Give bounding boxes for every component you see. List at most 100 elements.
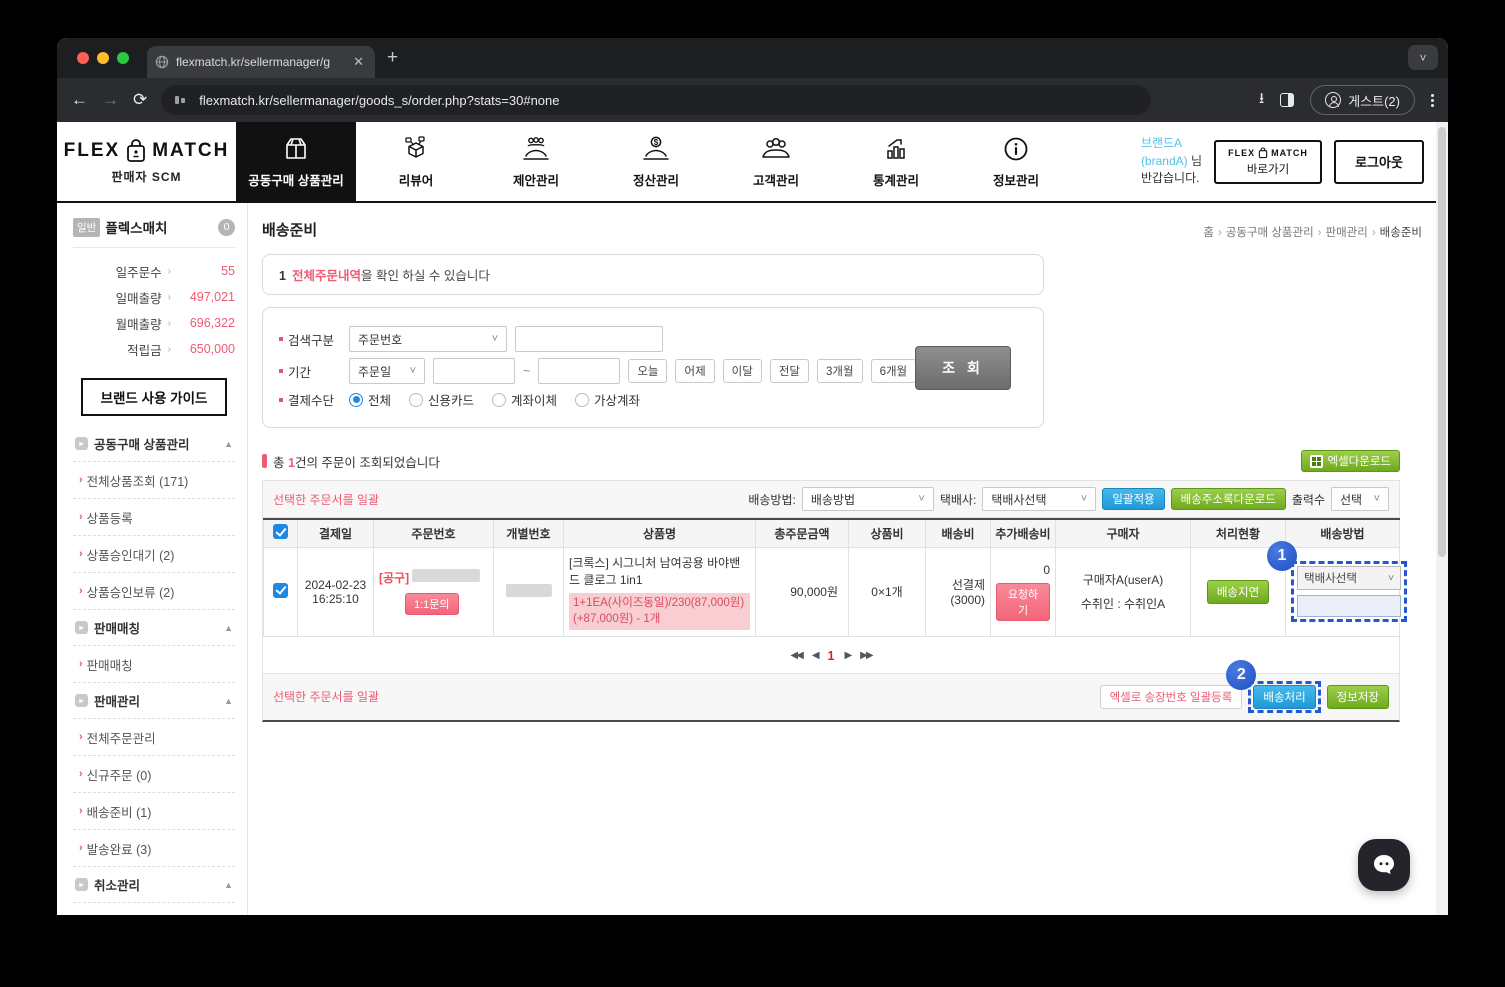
address-download-button[interactable]: 배송주소록다운로드 — [1170, 488, 1286, 510]
current-page[interactable]: 1 — [828, 649, 835, 663]
print-count-select[interactable]: 선택 — [1331, 487, 1389, 511]
reload-button[interactable]: ⟳ — [133, 90, 147, 110]
tab-close-icon[interactable]: ✕ — [350, 54, 367, 70]
row-courier-select[interactable]: 택배사선택 — [1297, 566, 1401, 591]
side-panel-icon[interactable] — [1280, 93, 1295, 107]
menu-item-ship-complete[interactable]: 발송완료 (3) — [73, 829, 235, 866]
extra-fee-request-button[interactable]: 요청하기 — [996, 582, 1050, 621]
nav-item-proposal[interactable]: 제안관리 — [476, 122, 596, 201]
search-submit-button[interactable]: 조 회 — [915, 345, 1011, 390]
stat-monthly-sales[interactable]: 월매출량 › 696,322 — [73, 310, 235, 336]
radio-bank-transfer[interactable]: 계좌이체 — [492, 390, 557, 409]
chat-launcher-button[interactable] — [1358, 839, 1410, 891]
item-no-cell — [493, 546, 564, 637]
quick-today-button[interactable]: 오늘 — [628, 359, 668, 383]
brand-guide-button[interactable]: 브랜드 사용 가이드 — [81, 378, 227, 416]
menu-item-all-products[interactable]: 전체상품조회 (171) — [73, 461, 235, 498]
maximize-window-button[interactable] — [117, 52, 129, 64]
tab-search-chevron-icon[interactable]: ˅ — [1408, 45, 1438, 70]
status-badge[interactable]: 배송지연 — [1206, 579, 1270, 604]
logout-button[interactable]: 로그아웃 — [1334, 139, 1424, 184]
menu-section-group-purchase[interactable]: ▸ 공동구매 상품관리 ▲ — [73, 426, 235, 461]
menu-section-cancel-management[interactable]: ▸ 취소관리 ▲ — [73, 866, 235, 902]
menu-item-approval-hold[interactable]: 상품승인보류 (2) — [73, 572, 235, 609]
menu-item-all-orders[interactable]: 전체주문관리 — [73, 718, 235, 755]
ship-process-button[interactable]: 배송처리 — [1253, 684, 1316, 709]
period-start-input[interactable] — [433, 358, 515, 384]
save-info-button[interactable]: 정보저장 — [1326, 684, 1389, 709]
menu-item-all-cancels[interactable]: 전체취소조회 — [73, 902, 235, 915]
inquiry-button[interactable]: 1:1문의 — [405, 592, 459, 615]
nav-item-customer[interactable]: 고객관리 — [716, 122, 836, 201]
menu-section-sales-matching[interactable]: ▸ 판매매칭 ▲ — [73, 609, 235, 645]
buyer-name[interactable]: 구매자A(userA) — [1061, 568, 1185, 592]
quick-this-month-button[interactable]: 이달 — [722, 359, 762, 383]
next-page-icon[interactable]: ▶ — [844, 650, 852, 661]
browser-menu-icon[interactable] — [1431, 93, 1434, 107]
quick-6months-button[interactable]: 6개월 — [870, 359, 917, 383]
menu-item-approval-waiting[interactable]: 상품승인대기 (2) — [73, 535, 235, 572]
ship-method-select[interactable]: 배송방법 — [801, 487, 934, 511]
flexmatch-logo[interactable]: FLEX MATCH 판매자 SCM — [57, 122, 236, 201]
first-page-icon[interactable]: ◀◀ — [790, 650, 803, 661]
browser-tab[interactable]: flexmatch.kr/sellermanager/g ✕ — [147, 46, 375, 78]
nav-item-information[interactable]: 정보관리 — [956, 122, 1076, 201]
stat-daily-orders[interactable]: 일주문수 › 55 — [73, 258, 235, 284]
minimize-window-button[interactable] — [97, 52, 109, 64]
flexmatch-shortcut-button[interactable]: FLEX MATCH 바로가기 — [1214, 139, 1322, 184]
downloads-icon[interactable]: ⭳ — [1259, 88, 1264, 113]
excel-invoice-upload-button[interactable]: 엑셀로 송장번호 일괄등록 — [1099, 684, 1243, 709]
quick-3months-button[interactable]: 3개월 — [817, 359, 863, 383]
courier-bulk-select[interactable]: 택배사선택 — [982, 487, 1097, 511]
nav-item-settlement[interactable]: $ 정산관리 — [596, 122, 716, 201]
select-all-checkbox[interactable] — [273, 524, 288, 540]
radio-all[interactable]: 전체 — [349, 390, 391, 409]
excel-download-button[interactable]: 엑셀다운로드 — [1300, 450, 1400, 472]
scrollbar-thumb[interactable] — [1438, 127, 1446, 557]
stat-daily-sales[interactable]: 일매출량 › 497,021 — [73, 284, 235, 310]
menu-item-sales-matching[interactable]: 판매매칭 — [73, 645, 235, 682]
period-type-select[interactable]: 주문일 — [349, 358, 425, 384]
search-type-select[interactable]: 주문번호 — [349, 326, 507, 352]
menu-section-sales-management[interactable]: ▸ 판매관리 ▲ — [73, 682, 235, 718]
product-name[interactable]: [크록스] 시그니처 남여공용 바야밴드 클로그 1in1 — [569, 554, 750, 588]
nav-item-reviewer[interactable]: 리뷰어 — [356, 122, 476, 201]
address-bar[interactable]: flexmatch.kr/sellermanager/goods_s/order… — [161, 85, 1152, 115]
period-end-input[interactable] — [538, 358, 621, 384]
annotated-ship-process-area: 2 배송처리 — [1226, 659, 1321, 713]
menu-item-shipping-prep[interactable]: 배송준비 (1) — [73, 792, 235, 829]
proposal-people-hand-icon — [523, 137, 549, 160]
close-window-button[interactable] — [77, 52, 89, 64]
last-page-icon[interactable]: ▶▶ — [860, 650, 873, 661]
nav-item-statistics[interactable]: 통계관리 — [836, 122, 956, 201]
stat-reserve[interactable]: 적립금 › 650,000 — [73, 336, 235, 362]
notification-badge[interactable]: 0 — [218, 218, 235, 236]
back-button[interactable]: ← — [71, 90, 88, 110]
menu-item-product-register[interactable]: 상품등록 — [73, 498, 235, 535]
search-keyword-input[interactable] — [515, 326, 663, 352]
page-scrollbar[interactable] — [1436, 122, 1448, 915]
menu-item-new-orders[interactable]: 신규주문 (0) — [73, 755, 235, 792]
window-controls[interactable] — [77, 52, 129, 64]
prev-page-icon[interactable]: ◀ — [812, 650, 820, 661]
product-cell: [크록스] 시그니처 남여공용 바야밴드 클로그 1in1 1+1EA(사이즈동… — [563, 546, 756, 637]
svg-text:$: $ — [654, 138, 659, 147]
sidebar-menu: ▸ 공동구매 상품관리▲ 전체상품조회 (171) 상품등록 상품승인대기 (2… — [73, 426, 235, 915]
package-icon — [286, 138, 306, 159]
url-text: flexmatch.kr/sellermanager/goods_s/order… — [199, 92, 560, 108]
radio-virtual-account[interactable]: 가상계좌 — [575, 390, 640, 409]
nav-item-group-purchase[interactable]: 공동구매 상품관리 — [236, 122, 356, 201]
profile-button[interactable]: 게스트(2) — [1310, 85, 1415, 115]
quick-last-month-button[interactable]: 전달 — [769, 359, 809, 383]
radio-credit-card[interactable]: 신용카드 — [409, 390, 474, 409]
ship-fee-cell: 선결제(3000) — [925, 546, 991, 637]
apply-all-button[interactable]: 일괄적용 — [1102, 488, 1165, 510]
new-tab-button[interactable]: + — [387, 47, 398, 69]
quick-yesterday-button[interactable]: 어제 — [675, 359, 715, 383]
row-checkbox[interactable] — [273, 582, 288, 598]
forward-button[interactable]: → — [102, 90, 119, 110]
invoice-number-input[interactable] — [1297, 595, 1401, 618]
product-option: 1+1EA(사이즈동일)/230(87,000원)(+87,000원) - 1개 — [569, 592, 750, 630]
globe-favicon-icon — [155, 55, 169, 69]
site-info-icon[interactable] — [175, 94, 189, 106]
